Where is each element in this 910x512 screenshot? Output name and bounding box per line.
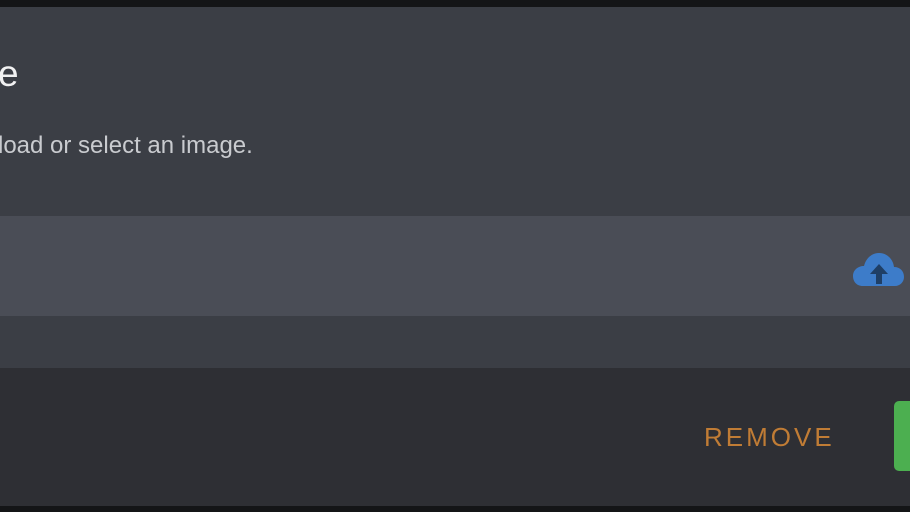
dialog-footer: REMOVE [0,368,910,506]
dialog-title: e [0,53,19,94]
backdrop-bottom [0,506,910,512]
image-upload-field[interactable] [0,216,910,316]
dialog-body: e load or select an image. [0,7,910,368]
cloud-upload-icon [853,253,904,286]
upload-button[interactable] [852,250,906,290]
remove-button[interactable]: REMOVE [690,415,849,459]
dialog-subtitle: load or select an image. [0,132,253,159]
image-dialog: e load or select an image. REMOVE [0,7,910,506]
confirm-button[interactable] [894,401,910,471]
backdrop-top [0,0,910,7]
